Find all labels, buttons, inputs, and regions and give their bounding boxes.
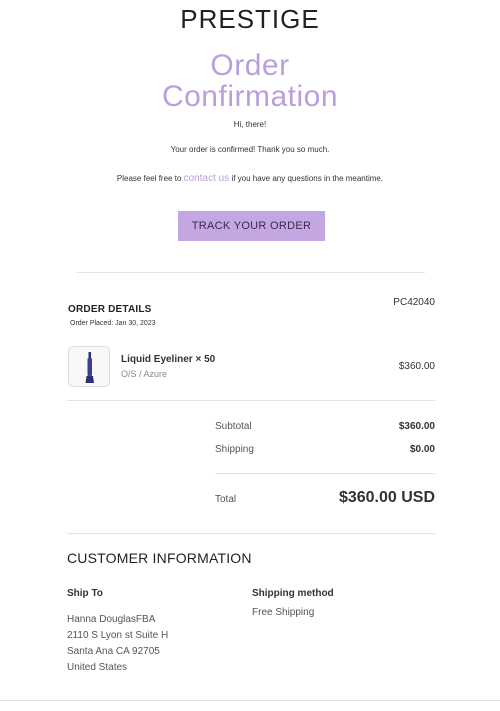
shipping-method-value: Free Shipping [252,607,315,618]
total-value: $360.00 USD [338,489,435,506]
address-line: United States [67,662,128,673]
address-line: Santa Ana CA 92705 [67,646,160,657]
confirmation-text: Your order is confirmed! Thank you so mu… [170,145,330,154]
greeting-text: Hi, there! [233,120,267,129]
shipping-method-heading: Shipping method [252,588,334,599]
subtotal-value: $360.00 [398,421,435,432]
brand-logo: PRESTIGE [180,4,320,34]
order-details-heading: ORDER DETAILS [68,304,152,315]
customer-info-heading: CUSTOMER INFORMATION [67,550,252,566]
contact-prefix: Please feel free to [116,174,184,183]
product-thumbnail [68,346,110,387]
title-line-1: Order [210,49,290,82]
ship-to-heading: Ship To [67,588,103,599]
eyeliner-icon [85,352,94,383]
item-name: Liquid Eyeliner × 50 [121,354,216,365]
order-placed-date: Order Placed: Jan 30, 2023 [70,320,156,327]
shipping-value: $0.00 [409,444,435,455]
header-divider [77,272,425,273]
track-order-button[interactable]: TRACK YOUR ORDER [178,211,325,241]
summary-divider [215,473,435,474]
shipping-label: Shipping [215,444,254,455]
contact-suffix: if you have any questions in the meantim… [229,174,384,183]
items-divider [67,400,435,401]
contact-us-link[interactable]: contact us [184,173,230,184]
item-price: $360.00 [398,361,435,372]
address-line: 2110 S Lyon st Suite H [67,630,169,641]
total-label: Total [215,494,237,505]
footer-divider [0,700,500,701]
contact-text: Please feel free to contact us if you ha… [0,173,500,184]
item-variant: O/S / Azure [121,369,168,379]
title-line-2: Confirmation [161,80,339,113]
page-title: Order Confirmation [0,50,500,112]
totals-divider [67,533,435,534]
address-line: Hanna DouglasFBA [67,614,156,625]
order-number: PC42040 [393,297,435,308]
subtotal-label: Subtotal [215,421,252,432]
